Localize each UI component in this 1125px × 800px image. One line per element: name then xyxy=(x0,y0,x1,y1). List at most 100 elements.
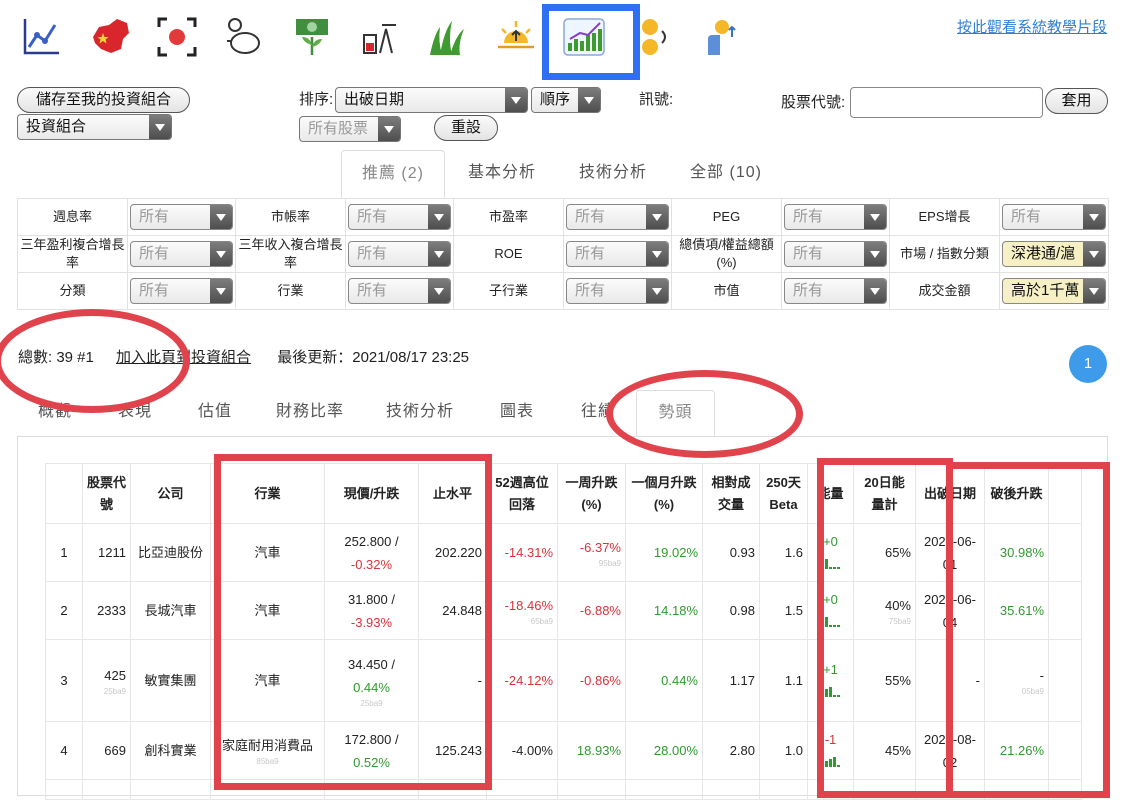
sort-select[interactable]: 出破日期 xyxy=(335,87,528,113)
month-change: 19.02% xyxy=(625,523,703,582)
apply-button[interactable]: 套用 xyxy=(1045,88,1108,114)
col-header[interactable]: 一個月升跌(%) xyxy=(625,463,703,524)
after-break-change: 30.98% xyxy=(984,523,1049,582)
filter-select[interactable]: 所有 xyxy=(566,204,669,230)
break-date: 2021-06-04 xyxy=(915,581,985,640)
col-header[interactable]: 能量 xyxy=(807,463,854,524)
filter-select[interactable]: 所有 xyxy=(348,241,451,267)
stock-code[interactable]: 425 25ba9 xyxy=(82,639,131,722)
hand-coin-icon[interactable] xyxy=(695,12,745,62)
add-page-to-portfolio-link[interactable]: 加入此頁到投資組合 xyxy=(116,349,251,366)
filter-label: 週息率 xyxy=(17,198,128,236)
chevron-down-icon xyxy=(864,205,886,229)
tab-history[interactable]: 往績 xyxy=(566,390,630,436)
company-name[interactable]: 長城汽車 xyxy=(130,581,211,640)
col-header[interactable]: 破後升跌 xyxy=(984,463,1049,524)
table-row[interactable]: 1 1211 比亞迪股份 汽車 252.800 /-0.32% 202.220 … xyxy=(45,523,1082,582)
col-header[interactable]: 52週高位回落 xyxy=(486,463,558,524)
table-row[interactable] xyxy=(45,779,1082,800)
tab-overview[interactable]: 概觀 xyxy=(20,390,90,436)
tab-fundamental[interactable]: 基本分析 xyxy=(452,150,552,198)
energy-value: +0 xyxy=(823,591,838,607)
week-change: -0.86% xyxy=(557,639,626,722)
filter-select[interactable]: 高於1千萬 xyxy=(1002,278,1106,304)
chevron-down-icon xyxy=(864,279,886,303)
money-growth-icon[interactable] xyxy=(287,12,337,62)
filter-select[interactable]: 所有 xyxy=(130,204,233,230)
page-number-button[interactable]: 1 xyxy=(1069,345,1107,383)
col-header[interactable]: 行業 xyxy=(210,463,325,524)
filter-select[interactable]: 所有 xyxy=(566,278,669,304)
col-header[interactable]: 公司 xyxy=(130,463,211,524)
reset-button[interactable]: 重設 xyxy=(434,115,498,141)
filter-select[interactable]: 所有 xyxy=(348,278,451,304)
relative-volume: 1.17 xyxy=(702,639,760,722)
target-icon[interactable] xyxy=(152,12,202,62)
energy: -1 xyxy=(807,721,854,780)
tab-all[interactable]: 全部 (10) xyxy=(676,150,776,198)
filter-value: 所有 xyxy=(357,245,388,262)
company-name[interactable]: 創科實業 xyxy=(130,721,211,780)
order-select[interactable]: 順序 xyxy=(531,87,601,113)
col-header[interactable]: 20日能量計 xyxy=(853,463,916,524)
stock-code-value: 425 xyxy=(104,668,126,683)
relative-volume: 2.80 xyxy=(702,721,760,780)
tab-financial-ratios[interactable]: 財務比率 xyxy=(264,390,356,436)
filter-value: 深港通/滬 xyxy=(1011,245,1076,262)
col-header[interactable]: 股票代號 xyxy=(82,463,131,524)
signal-label: 訊號: xyxy=(639,91,674,108)
company-name[interactable]: 敏實集團 xyxy=(130,639,211,722)
energy-bars-icon xyxy=(821,686,840,697)
col-header[interactable]: 現價/升跌 xyxy=(324,463,419,524)
week-change: -6.37% 95ba9 xyxy=(557,523,626,582)
stock-filter-select[interactable]: 所有股票 xyxy=(299,116,401,142)
filter-value: 所有 xyxy=(139,282,170,299)
stock-code[interactable]: 669 xyxy=(82,721,131,780)
col-header[interactable]: 出破日期 xyxy=(915,463,985,524)
price-change: 252.800 / -0.32% xyxy=(324,523,419,582)
tab-performance[interactable]: 表現 xyxy=(100,390,170,436)
stock-code-input[interactable] xyxy=(850,87,1043,118)
tutorial-link[interactable]: 按此觀看系統教學片段 xyxy=(957,16,1107,40)
filter-select[interactable]: 所有 xyxy=(130,241,233,267)
filter-select[interactable]: 所有 xyxy=(566,241,669,267)
save-portfolio-button[interactable]: 儲存至我的投資組合 xyxy=(17,87,190,113)
col-header[interactable]: 止水平 xyxy=(418,463,487,524)
table-row[interactable]: 2 2333 長城汽車 汽車 31.800 / -3.93% 24.848 -18… xyxy=(45,581,1082,640)
col-header[interactable]: 250天Beta xyxy=(759,463,808,524)
tab-technical[interactable]: 技術分析 xyxy=(563,150,663,198)
week-change: -6.88% xyxy=(557,581,626,640)
col-header[interactable]: 一周升跌(%) xyxy=(557,463,626,524)
sunrise-icon[interactable] xyxy=(491,12,541,62)
tab-technical-analysis[interactable]: 技術分析 xyxy=(374,390,466,436)
meter-value: 40% xyxy=(884,598,911,613)
portfolio-select[interactable]: 投資組合 xyxy=(17,114,172,140)
company-name[interactable]: 比亞迪股份 xyxy=(130,523,211,582)
tab-recommended[interactable]: 推薦 (2) xyxy=(341,150,445,198)
tab-charts[interactable]: 圖表 xyxy=(484,390,550,436)
tab-momentum[interactable]: 勢頭 xyxy=(636,390,715,436)
filter-value: 所有 xyxy=(575,245,606,262)
filter-select[interactable]: 所有 xyxy=(784,241,887,267)
col-header[interactable]: 相對成交量 xyxy=(702,463,760,524)
chevron-down-icon xyxy=(864,242,886,266)
filter-select[interactable]: 所有 xyxy=(130,278,233,304)
table-row[interactable]: 3 425 25ba9 敏實集團 汽車 34.450 / 0.44% 25ba9 - … xyxy=(45,639,1082,722)
filter-select[interactable]: 所有 xyxy=(784,204,887,230)
stock-code[interactable]: 2333 xyxy=(82,581,131,640)
tab-valuation[interactable]: 估值 xyxy=(180,390,250,436)
filter-select[interactable]: 所有 xyxy=(348,204,451,230)
col-header xyxy=(45,463,83,524)
china-map-icon[interactable] xyxy=(86,12,136,62)
filter-select[interactable]: 所有 xyxy=(1002,204,1106,230)
filter-select[interactable]: 深港通/滬 xyxy=(1002,241,1106,267)
chevron-down-icon xyxy=(210,205,232,229)
grass-icon[interactable] xyxy=(423,12,473,62)
line-chart-icon[interactable] xyxy=(16,12,66,62)
stock-code[interactable]: 1211 xyxy=(82,523,131,582)
oil-pump-icon[interactable] xyxy=(355,12,405,62)
piggy-bank-icon[interactable] xyxy=(218,12,268,62)
price-change: 34.450 / 0.44% 25ba9 xyxy=(324,639,419,722)
filter-select[interactable]: 所有 xyxy=(784,278,887,304)
table-row[interactable]: 4 669 創科實業 家庭耐用消費品 85ba9 172.800 / 0.52% 1… xyxy=(45,721,1082,780)
